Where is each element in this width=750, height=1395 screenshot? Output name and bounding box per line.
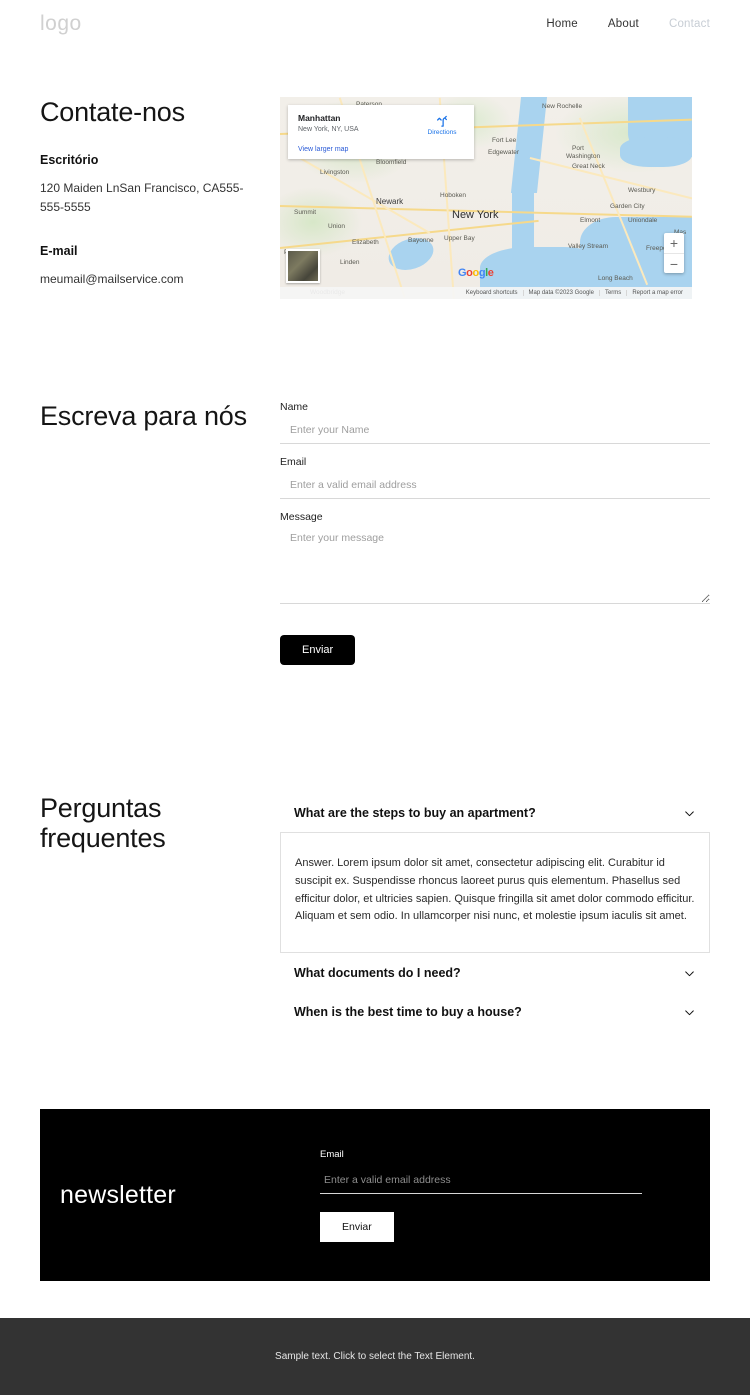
submit-contact-button[interactable]: Enviar: [280, 635, 356, 665]
map-place-label: Long Beach: [598, 275, 633, 282]
zoom-out-button[interactable]: −: [664, 253, 684, 273]
map-place-label: Garden City: [610, 203, 645, 210]
name-input[interactable]: [280, 424, 710, 444]
directions-button[interactable]: Directions: [420, 113, 464, 136]
map-place-label: Elizabeth: [352, 239, 379, 246]
map-zoom-controls: + −: [664, 233, 684, 273]
map-place-label: Port: [572, 145, 584, 152]
map-water-east-river: [620, 137, 692, 167]
write-to-us-section: Escreva para nós Name Email Message Envi…: [0, 401, 750, 665]
newsletter-submit-button[interactable]: Enviar: [320, 1211, 394, 1242]
faq-question-text: When is the best time to buy a house?: [294, 1005, 522, 1020]
message-textarea[interactable]: [280, 530, 710, 604]
map-place-label: Washington: [566, 153, 601, 160]
map-report-error-link[interactable]: Report a map error: [626, 290, 688, 296]
map-place-title: Manhattan: [298, 113, 341, 123]
map-place-label: Hoboken: [440, 192, 467, 199]
contact-info-column: Contate-nos Escritório 120 Maiden LnSan …: [40, 97, 280, 289]
newsletter-email-label: Email: [320, 1148, 344, 1160]
nav-item-home[interactable]: Home: [546, 18, 577, 30]
map-place-label: Uniondale: [628, 217, 658, 224]
message-label: Message: [280, 511, 323, 523]
faq-question-toggle[interactable]: What documents do I need?: [280, 954, 710, 992]
email-address[interactable]: meumail@mailservice.com: [40, 270, 260, 289]
name-label: Name: [280, 401, 309, 413]
message-field-group: Message: [280, 511, 710, 609]
view-larger-map-link[interactable]: View larger map: [298, 146, 464, 153]
street-view-thumbnail[interactable]: [286, 249, 320, 283]
map-place-label: Valley Stream: [568, 243, 608, 250]
map-attribution-bar: Keyboard shortcuts Map data ©2023 Google…: [280, 287, 692, 299]
map-info-card[interactable]: Manhattan New York, NY, USA Directions V…: [288, 105, 474, 159]
map-place-label: New York: [452, 209, 499, 221]
faq-accordion: What are the steps to buy an apartment? …: [280, 793, 710, 1031]
map-place-label: Edgewater: [488, 149, 520, 156]
map-place-label: Fort Lee: [492, 137, 517, 144]
faq-item: What documents do I need?: [280, 953, 710, 992]
map-column: PatersonNew RochelleFort LeePortWashingt…: [280, 97, 710, 299]
chevron-down-icon: [685, 810, 694, 816]
map-place-label: Summit: [294, 209, 317, 216]
nav-item-contact[interactable]: Contact: [669, 18, 710, 30]
newsletter-title: newsletter: [60, 1180, 176, 1209]
google-watermark: Google: [458, 267, 494, 279]
office-heading: Escritório: [40, 153, 99, 168]
directions-label: Directions: [427, 129, 457, 136]
map-keyboard-shortcuts[interactable]: Keyboard shortcuts: [461, 290, 523, 296]
map-place-label: Union: [328, 223, 345, 230]
map-terms-link[interactable]: Terms: [598, 290, 626, 296]
faq-question-toggle[interactable]: When is the best time to buy a house?: [280, 993, 710, 1031]
main-navigation: Home About Contact: [546, 18, 710, 30]
faq-question-text: What are the steps to buy an apartment?: [294, 806, 536, 820]
map-place-label: Livingston: [320, 169, 350, 176]
nav-item-about[interactable]: About: [608, 18, 639, 30]
faq-answer-text: Answer. Lorem ipsum dolor sit amet, cons…: [280, 832, 710, 954]
write-heading-column: Escreva para nós: [40, 401, 280, 431]
page-title: Contate-nos: [40, 97, 185, 127]
map-data-credit: Map data ©2023 Google: [522, 290, 599, 296]
google-map[interactable]: PatersonNew RochelleFort LeePortWashingt…: [280, 97, 692, 299]
site-logo[interactable]: logo: [40, 12, 82, 36]
faq-question-text: What documents do I need?: [294, 966, 461, 981]
email-field-group: Email: [280, 456, 710, 499]
map-place-label: Elmont: [580, 217, 601, 224]
map-place-label: New Rochelle: [542, 103, 583, 110]
map-place-label: Bayonne: [408, 237, 434, 244]
contact-section: Contate-nos Escritório 120 Maiden LnSan …: [0, 97, 750, 299]
faq-question-toggle[interactable]: What are the steps to buy an apartment?: [280, 794, 710, 832]
map-place-label: Great Neck: [572, 163, 605, 170]
map-place-label: Bloomfield: [376, 159, 407, 166]
map-place-label: Linden: [340, 259, 360, 266]
email-label: Email: [280, 456, 307, 468]
faq-item: When is the best time to buy a house?: [280, 992, 710, 1031]
write-section-title: Escreva para nós: [40, 401, 247, 431]
directions-icon: [436, 115, 447, 127]
faq-section: Perguntas frequentes What are the steps …: [0, 793, 750, 1031]
map-place-label: Westbury: [628, 187, 656, 194]
newsletter-form: Email Enviar: [320, 1149, 642, 1242]
name-field-group: Name: [280, 401, 710, 444]
map-place-subtitle: New York, NY, USA: [298, 126, 359, 133]
faq-item: What are the steps to buy an apartment? …: [280, 793, 710, 954]
chevron-down-icon: [685, 971, 694, 976]
chevron-down-icon: [685, 1010, 694, 1015]
map-place-label: Upper Bay: [444, 235, 475, 242]
faq-section-title: Perguntas frequentes: [40, 793, 166, 854]
email-heading: E-mail: [40, 243, 78, 258]
faq-heading-column: Perguntas frequentes: [40, 793, 280, 853]
site-header: logo Home About Contact: [0, 0, 750, 47]
newsletter-section: newsletter Email Enviar: [40, 1109, 710, 1282]
newsletter-email-input[interactable]: [320, 1173, 642, 1194]
zoom-in-button[interactable]: +: [664, 233, 684, 253]
map-place-label: Newark: [376, 197, 404, 206]
office-address: 120 Maiden LnSan Francisco, CA555-555-55…: [40, 181, 244, 215]
email-input[interactable]: [280, 479, 710, 499]
contact-form: Name Email Message Enviar: [280, 401, 710, 665]
